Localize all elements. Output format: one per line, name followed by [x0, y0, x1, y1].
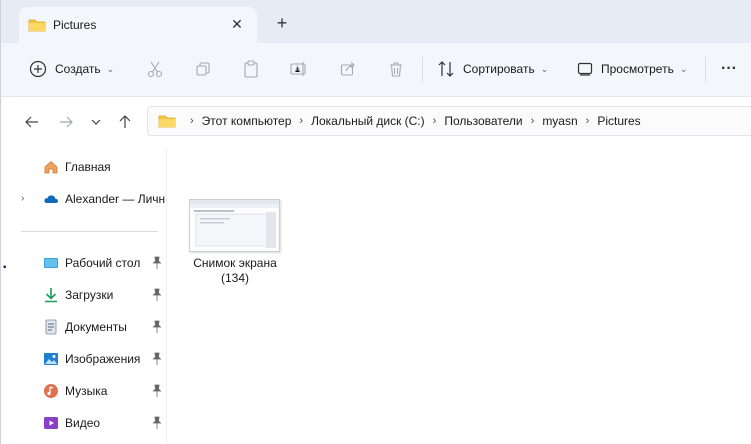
sidebar-item-label: Рабочий стол [65, 256, 141, 270]
breadcrumb-separator[interactable]: › [190, 115, 194, 127]
view-label: Просмотреть [601, 62, 674, 76]
sidebar-item-documents[interactable]: Документы [1, 315, 167, 339]
cloud-icon [43, 191, 59, 207]
share-button[interactable] [336, 57, 360, 81]
back-button[interactable] [21, 111, 43, 133]
scissors-icon [147, 61, 163, 78]
address-bar[interactable]: › Этот компьютер › Локальный диск (C:) ›… [147, 106, 751, 136]
navigation-pane: Главная › Alexander — Личн Рабочий стол … [0, 149, 167, 444]
chevron-down-icon [91, 119, 101, 125]
documents-icon [43, 319, 59, 335]
pictures-icon [43, 351, 59, 367]
view-icon [577, 62, 593, 76]
cut-button[interactable] [143, 57, 167, 81]
sidebar-item-home[interactable]: Главная [1, 155, 167, 179]
sort-label: Сортировать [463, 62, 535, 76]
breadcrumb-this-pc[interactable]: Этот компьютер [202, 114, 292, 128]
arrow-right-icon [60, 116, 73, 128]
tab-pictures[interactable]: Pictures ✕ [19, 7, 257, 43]
pin-icon[interactable] [151, 416, 163, 430]
sidebar-divider [21, 231, 158, 232]
chevron-down-icon: ⌄ [106, 63, 115, 74]
up-button[interactable] [114, 111, 136, 133]
sort-button[interactable]: Сортировать ⌄ [437, 55, 548, 83]
copy-button[interactable] [191, 57, 215, 81]
file-thumbnail [189, 199, 280, 252]
sort-icon [438, 61, 454, 77]
delete-button[interactable] [384, 57, 408, 81]
rename-icon [290, 62, 306, 76]
arrow-left-icon [25, 116, 38, 128]
chevron-right-icon[interactable]: › [21, 193, 24, 204]
close-icon[interactable]: ✕ [228, 15, 246, 33]
sidebar-item-label: Видео [65, 416, 101, 430]
breadcrumb-pictures[interactable]: Pictures [597, 114, 640, 128]
create-button[interactable]: Создать ⌄ [29, 55, 114, 83]
trash-icon [390, 61, 402, 77]
share-icon [340, 62, 355, 76]
plus-circle-icon [29, 60, 47, 78]
command-bar: Создать ⌄ Сортировать ⌄ Просмотреть ⌄ ··… [0, 43, 751, 97]
new-tab-button[interactable]: + [272, 14, 292, 35]
file-name: Снимок экрана (134) [183, 256, 287, 286]
file-name-line: Снимок экрана [193, 256, 277, 270]
divider [422, 57, 423, 83]
view-button[interactable]: Просмотреть ⌄ [577, 55, 687, 83]
breadcrumb-users[interactable]: Пользователи [444, 114, 522, 128]
sidebar-item-downloads[interactable]: Загрузки [1, 283, 167, 307]
forward-button[interactable] [55, 111, 77, 133]
file-list[interactable]: Снимок экрана (134) [167, 149, 751, 444]
sidebar-item-label: Изображения [65, 352, 141, 366]
tab-title: Pictures [53, 18, 97, 32]
sidebar-item-label: Главная [65, 160, 111, 174]
pin-icon[interactable] [151, 352, 163, 366]
rename-button[interactable] [287, 57, 311, 81]
breadcrumb-separator[interactable]: › [586, 115, 590, 127]
sidebar-item-onedrive[interactable]: › Alexander — Личн [1, 187, 167, 211]
desktop-icon [43, 255, 59, 271]
sidebar-item-pictures[interactable]: Изображения [1, 347, 167, 371]
folder-icon [28, 17, 46, 36]
sidebar-item-label: Музыка [65, 384, 108, 398]
folder-icon [158, 113, 176, 129]
sidebar-item-desktop[interactable]: Рабочий стол [1, 251, 167, 275]
sidebar-item-label: Alexander — Личн [65, 192, 165, 206]
resize-handle[interactable]: ▪ [3, 262, 7, 273]
videos-icon [43, 415, 59, 431]
pin-icon[interactable] [151, 320, 163, 334]
breadcrumb-separator[interactable]: › [531, 115, 535, 127]
arrow-up-icon [119, 115, 131, 128]
music-icon [43, 383, 59, 399]
pin-icon[interactable] [151, 256, 163, 270]
copy-icon [196, 62, 210, 76]
chevron-down-icon: ⌄ [540, 63, 549, 74]
downloads-icon [43, 287, 59, 303]
breadcrumb-separator[interactable]: › [299, 115, 303, 127]
create-label: Создать [55, 62, 101, 76]
divider [705, 57, 706, 83]
breadcrumb-user[interactable]: myasn [542, 114, 577, 128]
breadcrumb: › Этот компьютер › Локальный диск (C:) ›… [158, 107, 641, 135]
breadcrumb-local-disk[interactable]: Локальный диск (C:) [311, 114, 425, 128]
home-icon [43, 159, 59, 175]
more-options-button[interactable]: ··· [717, 57, 741, 81]
pin-icon[interactable] [151, 384, 163, 398]
clipboard-icon [244, 60, 258, 78]
breadcrumb-separator[interactable]: › [433, 115, 437, 127]
file-item[interactable]: Снимок экрана (134) [187, 197, 283, 289]
sidebar-item-label: Загрузки [65, 288, 114, 302]
chevron-down-icon: ⌄ [679, 63, 688, 74]
sidebar-item-music[interactable]: Музыка [1, 379, 167, 403]
sidebar-item-videos[interactable]: Видео [1, 411, 167, 435]
pin-icon[interactable] [151, 288, 163, 302]
address-row: › Этот компьютер › Локальный диск (C:) ›… [0, 97, 751, 149]
recent-locations-button[interactable] [85, 111, 107, 133]
paste-button[interactable] [239, 57, 263, 81]
sidebar-item-label: Документы [65, 320, 127, 334]
tab-strip: Pictures ✕ + [0, 0, 751, 43]
file-name-line: (134) [220, 271, 249, 285]
